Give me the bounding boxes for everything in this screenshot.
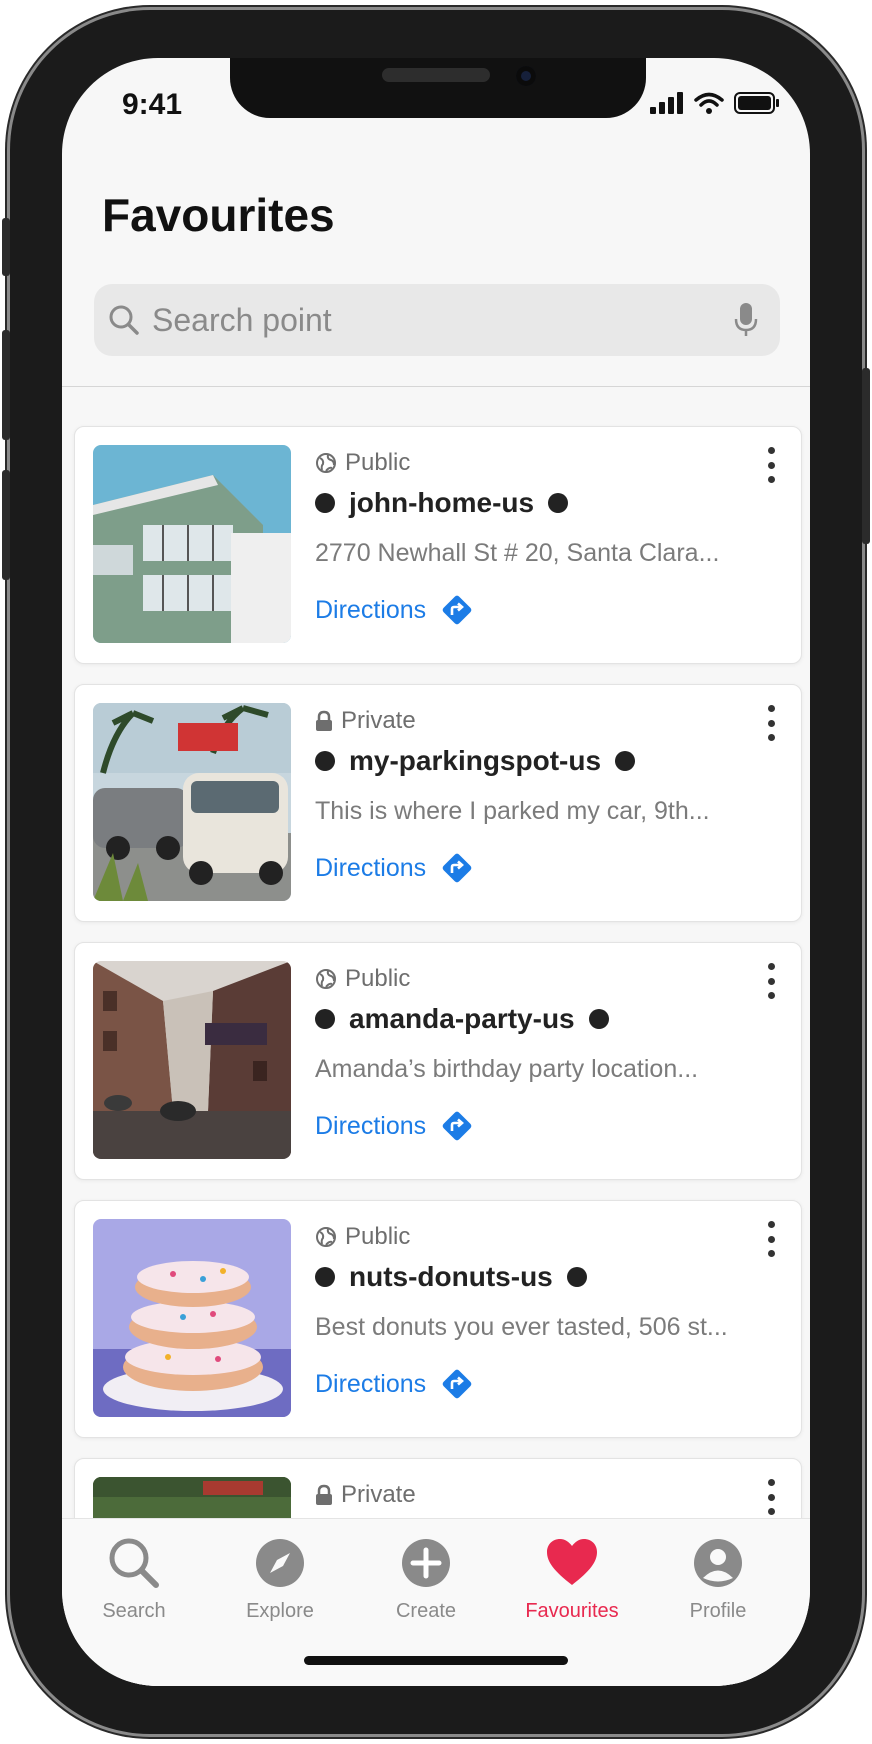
point-name: john-home-us — [349, 487, 535, 518]
status-dot — [315, 1267, 335, 1287]
status-dot — [566, 1267, 587, 1287]
directions-link[interactable]: Directions — [315, 1367, 474, 1401]
tab-search[interactable]: Search — [64, 1535, 204, 1623]
status-dot — [588, 1009, 609, 1029]
status-dot — [315, 1009, 335, 1029]
point-name: nuts-donuts-us — [349, 1261, 553, 1292]
point-description: Amanda’s birthday party location... — [315, 1055, 699, 1083]
notch — [230, 58, 646, 118]
street-hotel-photo — [93, 961, 291, 1159]
search-icon — [109, 305, 139, 335]
visibility-label: Public — [315, 965, 410, 993]
tab-label: Search — [102, 1600, 166, 1622]
point-name-row: my-parkingspot-us — [315, 745, 636, 777]
point-name-row: nuts-donuts-us — [315, 1261, 587, 1293]
tab-favourites[interactable]: Favourites — [502, 1535, 642, 1623]
tab-create[interactable]: Create — [356, 1535, 496, 1623]
directions-link[interactable]: Directions — [315, 851, 474, 885]
visibility-label: Private — [315, 707, 416, 735]
tab-label: Profile — [689, 1600, 747, 1622]
status-dot — [315, 493, 335, 513]
visibility-label: Public — [315, 1223, 410, 1251]
status-time: 9:41 — [122, 88, 183, 121]
point-name-row: amanda-party-us — [315, 1003, 609, 1035]
donuts-photo — [93, 1219, 291, 1417]
point-name-row: john-home-us — [315, 487, 569, 519]
more-options-icon[interactable] — [759, 705, 783, 741]
status-dot — [315, 751, 335, 771]
point-name: amanda-party-us — [349, 1003, 575, 1034]
power-button — [862, 368, 870, 544]
directions-icon[interactable] — [440, 1109, 474, 1143]
lock-icon — [316, 1484, 332, 1505]
parking-lot-photo — [93, 703, 291, 901]
visibility-label: Private — [315, 1481, 416, 1509]
microphone-icon[interactable] — [734, 302, 758, 338]
directions-icon[interactable] — [440, 1367, 474, 1401]
status-dot — [548, 493, 569, 513]
visibility-label: Public — [315, 449, 410, 477]
directions-label[interactable]: Directions — [315, 596, 426, 625]
point-name: my-parkingspot-us — [349, 745, 602, 776]
globe-icon — [316, 453, 336, 473]
profile-icon — [694, 1539, 742, 1587]
favourite-card[interactable]: Private my-parkingspot-us This is where … — [74, 684, 802, 922]
tab-explore[interactable]: Explore — [210, 1535, 350, 1623]
heart-icon — [547, 1539, 597, 1585]
directions-link[interactable]: Directions — [315, 1109, 474, 1143]
point-description: This is where I parked my car, 9th... — [315, 797, 710, 825]
volume-up-button — [2, 330, 10, 440]
battery-icon — [734, 92, 779, 114]
globe-icon — [316, 969, 336, 989]
visibility-text: Public — [345, 1223, 411, 1250]
visibility-text: Private — [341, 1481, 416, 1508]
visibility-text: Public — [345, 449, 411, 476]
volume-down-button — [2, 470, 10, 580]
directions-label[interactable]: Directions — [315, 854, 426, 883]
point-description: Best donuts you ever tasted, 506 st... — [315, 1313, 728, 1341]
directions-label[interactable]: Directions — [315, 1112, 426, 1141]
directions-label[interactable]: Directions — [315, 1370, 426, 1399]
directions-link[interactable]: Directions — [315, 593, 474, 627]
search-input[interactable] — [150, 300, 714, 340]
search-bar[interactable] — [94, 284, 780, 356]
favourite-card[interactable]: Public amanda-party-us Amanda’s birthday… — [74, 942, 802, 1180]
lock-icon — [316, 710, 332, 731]
page-title: Favourites — [102, 189, 335, 241]
directions-icon[interactable] — [440, 851, 474, 885]
visibility-text: Private — [341, 707, 416, 734]
home-indicator[interactable] — [304, 1656, 568, 1665]
visibility-text: Public — [345, 965, 411, 992]
point-description: 2770 Newhall St # 20, Santa Clara... — [315, 539, 720, 567]
tab-label: Explore — [246, 1600, 314, 1622]
mute-switch — [2, 218, 10, 276]
tab-label: Create — [395, 1600, 457, 1622]
favourite-card[interactable]: Public nuts-donuts-us Best donuts you ev… — [74, 1200, 802, 1438]
header-divider — [62, 386, 810, 387]
tab-profile[interactable]: Profile — [648, 1535, 788, 1623]
tab-label: Favourites — [525, 1600, 619, 1622]
building-photo — [93, 445, 291, 643]
speaker-grille — [382, 68, 490, 82]
more-options-icon[interactable] — [759, 1479, 783, 1515]
status-dot — [615, 751, 636, 771]
plus-circle-icon — [402, 1539, 450, 1587]
directions-icon[interactable] — [440, 593, 474, 627]
favourite-card[interactable]: Public john-home-us 2770 Newhall St # 20… — [74, 426, 802, 664]
cellular-signal-icon — [650, 92, 683, 114]
compass-icon — [256, 1539, 304, 1587]
status-icons — [650, 92, 780, 114]
wifi-icon — [694, 92, 724, 114]
more-options-icon[interactable] — [759, 1221, 783, 1257]
globe-icon — [316, 1227, 336, 1247]
front-camera — [516, 66, 536, 86]
more-options-icon[interactable] — [759, 447, 783, 483]
search-icon — [109, 1538, 159, 1588]
app-screen: 9:41 Favourites Search point Public john… — [62, 58, 810, 1686]
more-options-icon[interactable] — [759, 963, 783, 999]
